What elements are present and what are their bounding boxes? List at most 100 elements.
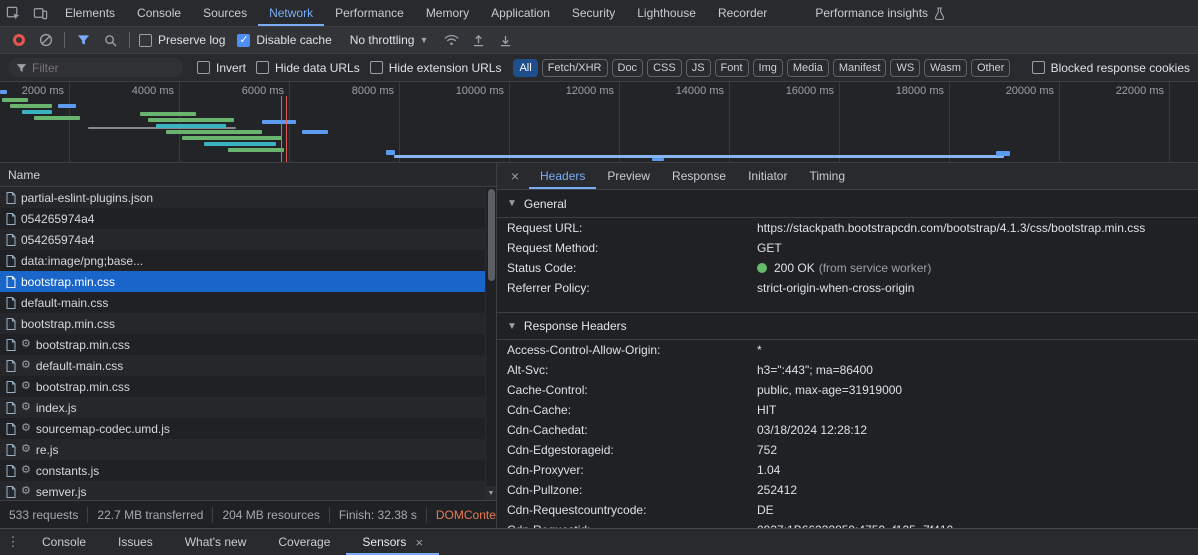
- name-column-header[interactable]: Name: [0, 163, 496, 187]
- tab-memory[interactable]: Memory: [415, 0, 480, 26]
- hide-extension-urls-toggle[interactable]: Hide extension URLs: [370, 61, 502, 75]
- waterfall-time-label: 20000 ms: [1006, 85, 1059, 97]
- disable-cache-toggle[interactable]: Disable cache: [237, 33, 331, 47]
- header-row: Cdn-Proxyver:1.04: [497, 460, 1198, 480]
- details-tab-preview[interactable]: Preview: [596, 163, 661, 189]
- scrollbar-down-button[interactable]: ▼: [486, 486, 496, 500]
- preserve-log-toggle[interactable]: Preserve log: [139, 33, 225, 47]
- request-row[interactable]: ⚙semver.js: [0, 481, 485, 500]
- device-toolbar-icon[interactable]: [27, 0, 54, 26]
- request-row[interactable]: ⚙bootstrap.min.css: [0, 334, 485, 355]
- drawer-tab-console[interactable]: Console: [26, 529, 102, 555]
- network-conditions-icon[interactable]: [438, 34, 465, 46]
- request-row[interactable]: ⚙default-main.css: [0, 355, 485, 376]
- filter-pill-font[interactable]: Font: [715, 59, 749, 77]
- filter-input[interactable]: [8, 58, 183, 77]
- throttling-value: No throttling: [350, 33, 415, 47]
- filter-pill-ws[interactable]: WS: [890, 59, 920, 77]
- hide-extension-urls-checkbox[interactable]: [370, 61, 383, 74]
- tab-sources[interactable]: Sources: [192, 0, 258, 26]
- filter-pill-img[interactable]: Img: [753, 59, 783, 77]
- tab-network[interactable]: Network: [258, 0, 324, 26]
- request-row[interactable]: partial-eslint-plugins.json: [0, 187, 485, 208]
- header-row: Referrer Policy:strict-origin-when-cross…: [497, 278, 1198, 298]
- tab-application[interactable]: Application: [480, 0, 561, 26]
- drawer-menu-icon[interactable]: ⋮: [0, 529, 26, 555]
- request-row[interactable]: ⚙re.js: [0, 439, 485, 460]
- blocked-response-cookies-checkbox[interactable]: [1032, 61, 1045, 74]
- request-row[interactable]: data:image/png;base...: [0, 250, 485, 271]
- hide-data-urls-toggle[interactable]: Hide data URLs: [256, 61, 360, 75]
- details-tab-timing[interactable]: Timing: [798, 163, 856, 189]
- tab-label: Sources: [203, 6, 247, 20]
- scrollbar-thumb[interactable]: [488, 189, 495, 281]
- drawer-tab-issues[interactable]: Issues: [102, 529, 169, 555]
- clear-button[interactable]: [32, 33, 59, 47]
- tab-performance-insights[interactable]: Performance insights: [804, 0, 956, 26]
- header-value-text: 252412: [757, 483, 797, 497]
- request-row[interactable]: 054265974a4: [0, 229, 485, 250]
- tab-label: Performance insights: [815, 6, 928, 20]
- section-header-response-headers[interactable]: ▼Response Headers: [497, 312, 1198, 340]
- filter-pill-wasm[interactable]: Wasm: [924, 59, 967, 77]
- filter-toggle-button[interactable]: [70, 34, 97, 46]
- invert-checkbox[interactable]: [197, 61, 210, 74]
- tab-console[interactable]: Console: [126, 0, 192, 26]
- waterfall-bar: [394, 155, 1004, 158]
- header-name: Status Code:: [507, 261, 757, 275]
- inspect-element-icon[interactable]: [0, 0, 27, 26]
- request-row[interactable]: 054265974a4: [0, 208, 485, 229]
- requests-scrollbar[interactable]: ▼: [485, 187, 496, 500]
- filter-pill-media[interactable]: Media: [787, 59, 829, 77]
- filter-text-field[interactable]: [32, 61, 162, 75]
- details-tab-response[interactable]: Response: [661, 163, 737, 189]
- request-name: data:image/png;base...: [21, 254, 143, 268]
- details-tab-headers[interactable]: Headers: [529, 163, 596, 189]
- request-row[interactable]: bootstrap.min.css: [0, 271, 485, 292]
- request-row[interactable]: ⚙bootstrap.min.css: [0, 376, 485, 397]
- request-name: default-main.css: [36, 359, 123, 373]
- close-drawer-tab-icon[interactable]: ×: [415, 535, 423, 550]
- tab-lighthouse[interactable]: Lighthouse: [626, 0, 707, 26]
- throttling-select[interactable]: No throttling ▼: [350, 33, 429, 47]
- file-icon: [6, 402, 16, 414]
- tab-security[interactable]: Security: [561, 0, 626, 26]
- preserve-log-checkbox[interactable]: [139, 34, 152, 47]
- drawer-tab-what-s-new[interactable]: What's new: [169, 529, 263, 555]
- hide-data-urls-checkbox[interactable]: [256, 61, 269, 74]
- drawer-tab-coverage[interactable]: Coverage: [262, 529, 346, 555]
- search-button[interactable]: [97, 34, 124, 47]
- filter-pill-other[interactable]: Other: [971, 59, 1011, 77]
- import-har-button[interactable]: [465, 34, 492, 47]
- header-value-text: public, max-age=31919000: [757, 383, 902, 397]
- network-toolbar: Preserve log Disable cache No throttling…: [0, 27, 1198, 54]
- request-row[interactable]: ⚙constants.js: [0, 460, 485, 481]
- filter-pill-css[interactable]: CSS: [647, 59, 682, 77]
- request-row[interactable]: ⚙sourcemap-codec.umd.js: [0, 418, 485, 439]
- filter-pill-js[interactable]: JS: [686, 59, 711, 77]
- filter-pill-fetch-xhr[interactable]: Fetch/XHR: [542, 59, 608, 77]
- tab-performance[interactable]: Performance: [324, 0, 415, 26]
- close-details-button[interactable]: ×: [501, 163, 529, 189]
- request-row[interactable]: default-main.css: [0, 292, 485, 313]
- header-row: Request Method:GET: [497, 238, 1198, 258]
- tab-recorder[interactable]: Recorder: [707, 0, 778, 26]
- request-name: 054265974a4: [21, 233, 94, 247]
- section-header-general[interactable]: ▼General: [497, 190, 1198, 218]
- request-row[interactable]: ⚙index.js: [0, 397, 485, 418]
- drawer-tab-sensors[interactable]: Sensors×: [346, 529, 439, 555]
- tab-elements[interactable]: Elements: [54, 0, 126, 26]
- details-tab-initiator[interactable]: Initiator: [737, 163, 798, 189]
- request-row[interactable]: bootstrap.min.css: [0, 313, 485, 334]
- disable-cache-checkbox[interactable]: [237, 34, 250, 47]
- record-button[interactable]: [5, 34, 32, 46]
- filter-pill-all[interactable]: All: [513, 59, 537, 77]
- blocked-response-cookies-toggle[interactable]: Blocked response cookies: [1032, 61, 1190, 75]
- export-har-button[interactable]: [492, 34, 519, 47]
- filter-pill-manifest[interactable]: Manifest: [833, 59, 887, 77]
- devtools-tabbar: ElementsConsoleSourcesNetworkPerformance…: [0, 0, 1198, 27]
- waterfall-overview[interactable]: 2000 ms4000 ms6000 ms8000 ms10000 ms1200…: [0, 82, 1198, 163]
- invert-toggle[interactable]: Invert: [197, 61, 246, 75]
- drawer-tab-label: Issues: [118, 535, 153, 549]
- filter-pill-doc[interactable]: Doc: [612, 59, 644, 77]
